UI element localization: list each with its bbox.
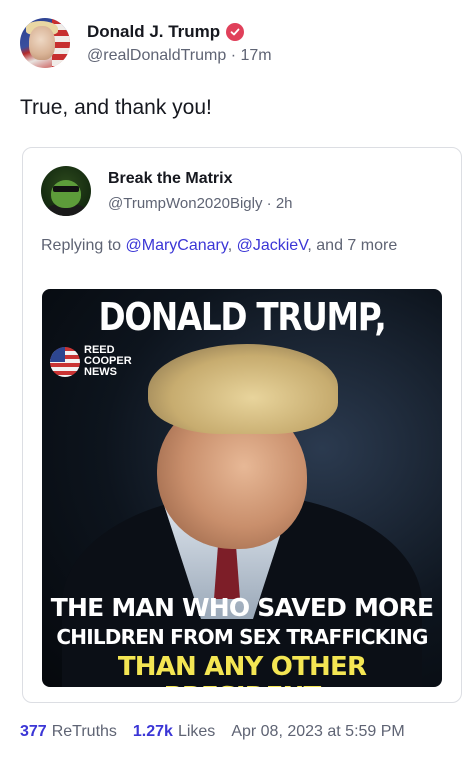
replying-to-suffix[interactable]: , and 7 more	[307, 237, 397, 254]
avatar-sunglasses	[53, 186, 79, 192]
author-name-row: Donald J. Trump	[87, 22, 272, 42]
image-headline-top: DONALD TRUMP,	[98, 295, 387, 339]
quoted-author-display-name[interactable]: Break the Matrix	[108, 170, 293, 188]
likes-label[interactable]: Likes	[178, 723, 215, 741]
separator-dot: ·	[266, 195, 276, 212]
image-caption-line-3: THAN ANY OTHER PRESIDENT	[117, 652, 367, 687]
post-time: 17m	[240, 46, 272, 64]
logo-text-line: NEWS	[84, 366, 117, 378]
avatar-face	[29, 26, 55, 60]
post-header: Donald J. Trump @realDonaldTrump · 17m	[20, 18, 272, 68]
likes-count[interactable]: 1.27k	[133, 723, 173, 741]
retruths-label[interactable]: ReTruths	[52, 723, 117, 741]
reed-cooper-news-logo: REED COOPER NEWS	[50, 345, 132, 378]
image-caption-line-1: THE MAN WHO SAVED MORE	[50, 593, 434, 622]
author-handle-row: @realDonaldTrump · 17m	[87, 47, 272, 65]
retruths-count[interactable]: 377	[20, 723, 47, 741]
author-names: Donald J. Trump @realDonaldTrump · 17m	[87, 22, 272, 65]
avatar-frog	[51, 180, 81, 208]
quoted-post-header: Break the Matrix @TrumpWon2020Bigly · 2h	[41, 166, 293, 216]
post-text: True, and thank you!	[20, 96, 212, 119]
post-timestamp: Apr 08, 2023 at 5:59 PM	[231, 723, 405, 740]
replying-to-prefix: Replying to	[41, 237, 122, 254]
quoted-post-time: 2h	[275, 195, 293, 212]
quoted-author-names: Break the Matrix @TrumpWon2020Bigly · 2h	[108, 170, 293, 212]
author-display-name[interactable]: Donald J. Trump	[87, 22, 220, 42]
quoted-author-handle-row: @TrumpWon2020Bigly · 2h	[108, 195, 293, 212]
verified-badge-icon	[226, 22, 245, 41]
image-caption-line-2: CHILDREN FROM SEX TRAFFICKING	[56, 625, 428, 649]
mention-link[interactable]: @JackieV	[237, 237, 308, 254]
quoted-author-avatar[interactable]	[41, 166, 91, 216]
quoted-post-card[interactable]: Break the Matrix @TrumpWon2020Bigly · 2h…	[22, 147, 462, 703]
author-avatar[interactable]	[20, 18, 70, 68]
portrait-hair	[148, 344, 338, 434]
mention-link[interactable]: @MaryCanary	[126, 237, 228, 254]
quoted-post-image[interactable]: DONALD TRUMP, REED COOPER NEWS THE MAN W…	[42, 289, 442, 687]
mention-comma: ,	[227, 237, 233, 254]
replying-to-line: Replying to @MaryCanary, @JackieV, and 7…	[41, 233, 441, 259]
author-handle[interactable]: @realDonaldTrump	[87, 47, 226, 64]
post-stats: 377 ReTruths 1.27k Likes Apr 08, 2023 at…	[20, 723, 405, 741]
logo-text: REED COOPER NEWS	[84, 345, 132, 378]
quoted-author-handle[interactable]: @TrumpWon2020Bigly	[108, 195, 262, 212]
flag-logo-icon	[50, 346, 80, 377]
separator-dot: ·	[230, 46, 241, 64]
